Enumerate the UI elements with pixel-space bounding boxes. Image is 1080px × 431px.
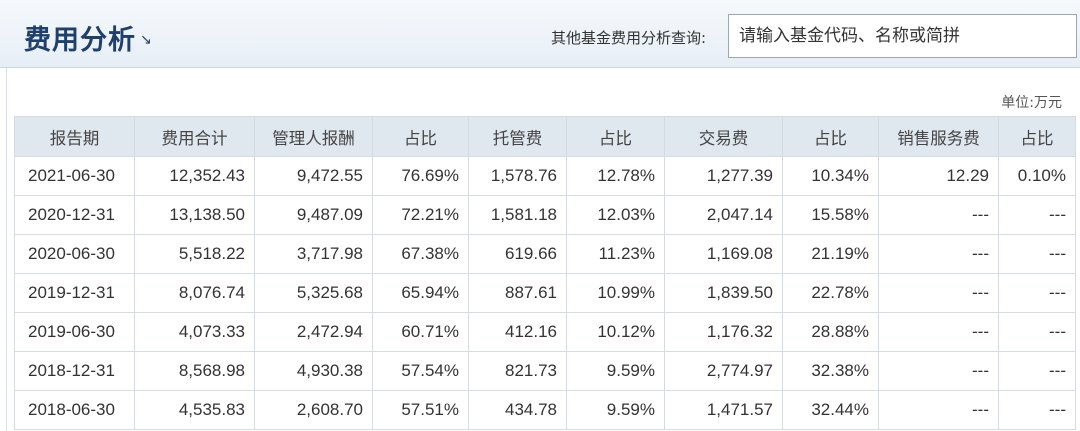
table-row: 2018-12-31 8,568.98 4,930.38 57.54% 821.… bbox=[14, 351, 1076, 391]
query-label: 其他基金费用分析查询: bbox=[551, 29, 707, 47]
expand-arrow-icon[interactable]: ↘ bbox=[140, 32, 152, 48]
table-cell: 887.61 bbox=[468, 273, 567, 313]
table-cell: 9,487.09 bbox=[254, 195, 373, 235]
table-row: 2020-12-31 13,138.50 9,487.09 72.21% 1,5… bbox=[14, 195, 1076, 235]
table-cell: 72.21% bbox=[372, 195, 469, 235]
table-cell: 9.59% bbox=[566, 351, 665, 391]
table-cell: 5,518.22 bbox=[134, 234, 255, 274]
column-header-manager-fee: 管理人报酬 bbox=[254, 116, 373, 157]
table-cell: 1,581.18 bbox=[468, 195, 567, 235]
table-cell: 1,169.08 bbox=[664, 234, 783, 274]
table-cell: 32.38% bbox=[782, 351, 879, 391]
table-cell: 2018-06-30 bbox=[14, 390, 135, 430]
table-cell: 11.23% bbox=[566, 234, 665, 274]
column-header-trading-fee: 交易费 bbox=[664, 116, 783, 157]
table-cell: --- bbox=[998, 195, 1076, 235]
column-header-sales-ratio: 占比 bbox=[998, 116, 1076, 157]
table-cell: --- bbox=[878, 351, 999, 391]
column-header-total-expense: 费用合计 bbox=[134, 116, 255, 157]
fund-search-input[interactable] bbox=[728, 14, 1077, 58]
header-bar: 费用分析 ↘ 其他基金费用分析查询: bbox=[0, 0, 1080, 68]
table-cell: 15.58% bbox=[782, 195, 879, 235]
table-cell: 12.78% bbox=[566, 156, 665, 196]
table-cell: 2,472.94 bbox=[254, 312, 373, 352]
table-row: 2019-12-31 8,076.74 5,325.68 65.94% 887.… bbox=[14, 273, 1076, 313]
page-title: 费用分析 bbox=[24, 25, 136, 56]
table-cell: 4,535.83 bbox=[134, 390, 255, 430]
panel-border bbox=[6, 68, 7, 431]
table-row: 2021-06-30 12,352.43 9,472.55 76.69% 1,5… bbox=[14, 156, 1076, 196]
table-cell: 21.19% bbox=[782, 234, 879, 274]
table-cell: 0.10% bbox=[998, 156, 1076, 196]
table-cell: --- bbox=[878, 312, 999, 352]
table-cell: 10.99% bbox=[566, 273, 665, 313]
table-cell: 1,471.57 bbox=[664, 390, 783, 430]
table-cell: 619.66 bbox=[468, 234, 567, 274]
table-cell: 22.78% bbox=[782, 273, 879, 313]
table-cell: --- bbox=[998, 273, 1076, 313]
table-cell: 8,076.74 bbox=[134, 273, 255, 313]
table-cell: 1,277.39 bbox=[664, 156, 783, 196]
table-cell: --- bbox=[998, 312, 1076, 352]
table-cell: 2019-06-30 bbox=[14, 312, 135, 352]
table-cell: 57.54% bbox=[372, 351, 469, 391]
table-cell: --- bbox=[878, 390, 999, 430]
table-cell: 57.51% bbox=[372, 390, 469, 430]
table-cell: 2021-06-30 bbox=[14, 156, 135, 196]
column-header-period: 报告期 bbox=[14, 116, 135, 157]
table-cell: 821.73 bbox=[468, 351, 567, 391]
table-cell: 434.78 bbox=[468, 390, 567, 430]
table-cell: 9.59% bbox=[566, 390, 665, 430]
table-cell: --- bbox=[878, 234, 999, 274]
table-cell: 67.38% bbox=[372, 234, 469, 274]
table-cell: --- bbox=[998, 351, 1076, 391]
table-header-row: 报告期 费用合计 管理人报酬 占比 托管费 占比 交易费 占比 销售服务费 占比 bbox=[14, 116, 1076, 157]
table-row: 2020-06-30 5,518.22 3,717.98 67.38% 619.… bbox=[14, 234, 1076, 274]
unit-label: 单位:万元 bbox=[1001, 95, 1062, 111]
table-cell: 60.71% bbox=[372, 312, 469, 352]
column-header-manager-ratio: 占比 bbox=[372, 116, 469, 157]
table-cell: 5,325.68 bbox=[254, 273, 373, 313]
table-cell: 32.44% bbox=[782, 390, 879, 430]
column-header-trading-ratio: 占比 bbox=[782, 116, 879, 157]
table-cell: 8,568.98 bbox=[134, 351, 255, 391]
table-cell: 28.88% bbox=[782, 312, 879, 352]
table-cell: 4,073.33 bbox=[134, 312, 255, 352]
table-cell: 12,352.43 bbox=[134, 156, 255, 196]
column-header-custody-ratio: 占比 bbox=[566, 116, 665, 157]
table-cell: 9,472.55 bbox=[254, 156, 373, 196]
table-cell: 2019-12-31 bbox=[14, 273, 135, 313]
table-cell: 412.16 bbox=[468, 312, 567, 352]
table-cell: 4,930.38 bbox=[254, 351, 373, 391]
table-cell: 2,047.14 bbox=[664, 195, 783, 235]
table-cell: 13,138.50 bbox=[134, 195, 255, 235]
column-header-custody-fee: 托管费 bbox=[468, 116, 567, 157]
column-header-sales-service-fee: 销售服务费 bbox=[878, 116, 999, 157]
table-cell: 12.29 bbox=[878, 156, 999, 196]
table-row: 2018-06-30 4,535.83 2,608.70 57.51% 434.… bbox=[14, 390, 1076, 430]
table-cell: --- bbox=[878, 195, 999, 235]
table-cell: 2,774.97 bbox=[664, 351, 783, 391]
table-cell: 3,717.98 bbox=[254, 234, 373, 274]
table-row: 2019-06-30 4,073.33 2,472.94 60.71% 412.… bbox=[14, 312, 1076, 352]
table-cell: 10.12% bbox=[566, 312, 665, 352]
table-cell: 2,608.70 bbox=[254, 390, 373, 430]
table-cell: 2020-06-30 bbox=[14, 234, 135, 274]
table-cell: 76.69% bbox=[372, 156, 469, 196]
expense-table: 报告期 费用合计 管理人报酬 占比 托管费 占比 交易费 占比 销售服务费 占比… bbox=[14, 116, 1076, 430]
table-cell: --- bbox=[878, 273, 999, 313]
table-cell: 2018-12-31 bbox=[14, 351, 135, 391]
table-cell: 1,578.76 bbox=[468, 156, 567, 196]
table-cell: --- bbox=[998, 390, 1076, 430]
table-cell: 12.03% bbox=[566, 195, 665, 235]
table-cell: 1,176.32 bbox=[664, 312, 783, 352]
table-cell: 10.34% bbox=[782, 156, 879, 196]
table-cell: 65.94% bbox=[372, 273, 469, 313]
table-cell: --- bbox=[998, 234, 1076, 274]
table-cell: 2020-12-31 bbox=[14, 195, 135, 235]
table-cell: 1,839.50 bbox=[664, 273, 783, 313]
